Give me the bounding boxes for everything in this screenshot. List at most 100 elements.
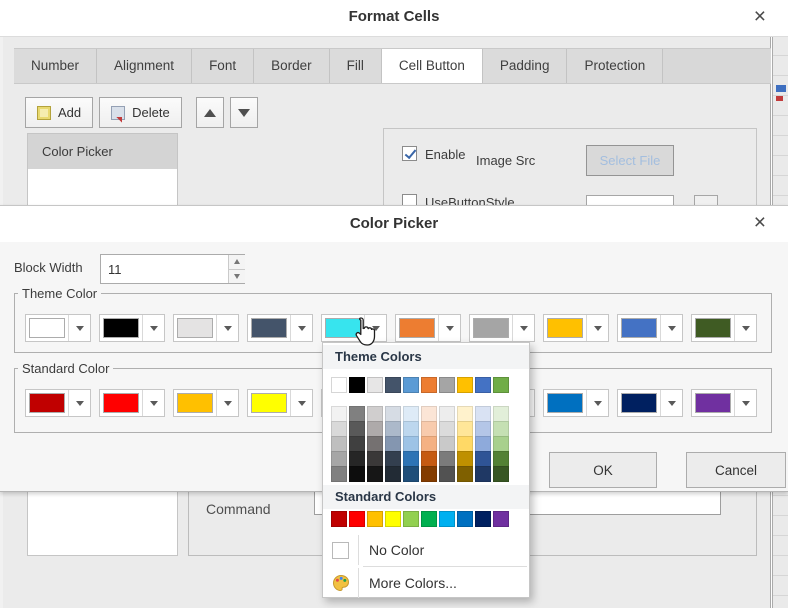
color-swatch[interactable] bbox=[695, 318, 731, 338]
color-cell[interactable] bbox=[457, 511, 473, 527]
color-cell[interactable] bbox=[421, 377, 437, 393]
color-variant-cell[interactable] bbox=[403, 406, 419, 422]
color-swatch[interactable] bbox=[621, 393, 657, 413]
color-swatch-dropdown[interactable] bbox=[691, 389, 757, 417]
color-swatch[interactable] bbox=[251, 393, 287, 413]
color-swatch[interactable] bbox=[177, 393, 213, 413]
color-swatch[interactable] bbox=[547, 393, 583, 413]
color-swatch-dropdown[interactable] bbox=[247, 314, 313, 342]
chevron-down-icon[interactable] bbox=[216, 390, 238, 416]
color-swatch[interactable] bbox=[103, 318, 139, 338]
color-variant-cell[interactable] bbox=[475, 406, 491, 422]
close-icon[interactable]: × bbox=[754, 210, 766, 236]
enable-checkbox[interactable] bbox=[402, 146, 417, 161]
no-color-item[interactable]: No Color bbox=[323, 535, 529, 565]
color-cell[interactable] bbox=[367, 511, 383, 527]
color-variant-cell[interactable] bbox=[421, 406, 437, 422]
color-variant-cell[interactable] bbox=[421, 466, 437, 482]
color-cell[interactable] bbox=[349, 511, 365, 527]
color-swatch-dropdown[interactable] bbox=[395, 314, 461, 342]
spinner-up-button[interactable] bbox=[229, 255, 245, 269]
chevron-down-icon[interactable] bbox=[660, 390, 682, 416]
tab-cell-button[interactable]: Cell Button bbox=[382, 49, 483, 83]
color-variant-cell[interactable] bbox=[439, 466, 455, 482]
color-variant-cell[interactable] bbox=[493, 436, 509, 452]
tab-font[interactable]: Font bbox=[192, 49, 254, 83]
color-variant-cell[interactable] bbox=[421, 421, 437, 437]
color-swatch[interactable] bbox=[695, 393, 731, 413]
chevron-down-icon[interactable] bbox=[290, 390, 312, 416]
select-file-button[interactable]: Select File bbox=[586, 145, 674, 176]
color-cell[interactable] bbox=[493, 511, 509, 527]
color-variant-cell[interactable] bbox=[367, 406, 383, 422]
color-variant-cell[interactable] bbox=[349, 466, 365, 482]
color-variant-cell[interactable] bbox=[331, 406, 347, 422]
tab-alignment[interactable]: Alignment bbox=[97, 49, 192, 83]
color-variant-cell[interactable] bbox=[493, 421, 509, 437]
close-icon[interactable]: × bbox=[754, 4, 766, 30]
color-variant-cell[interactable] bbox=[457, 436, 473, 452]
color-variant-cell[interactable] bbox=[385, 451, 401, 467]
chevron-down-icon[interactable] bbox=[586, 315, 608, 341]
color-swatch-dropdown[interactable] bbox=[543, 314, 609, 342]
color-cell[interactable] bbox=[331, 511, 347, 527]
color-swatch-dropdown[interactable] bbox=[691, 314, 757, 342]
color-variant-cell[interactable] bbox=[331, 421, 347, 437]
color-cell[interactable] bbox=[439, 377, 455, 393]
chevron-down-icon[interactable] bbox=[438, 315, 460, 341]
chevron-down-icon[interactable] bbox=[142, 390, 164, 416]
color-variant-cell[interactable] bbox=[385, 436, 401, 452]
tab-fill[interactable]: Fill bbox=[330, 49, 382, 83]
color-variant-cell[interactable] bbox=[439, 406, 455, 422]
color-variant-cell[interactable] bbox=[439, 421, 455, 437]
color-variant-cell[interactable] bbox=[421, 436, 437, 452]
tab-number[interactable]: Number bbox=[14, 49, 97, 83]
color-cell[interactable] bbox=[403, 511, 419, 527]
color-variant-cell[interactable] bbox=[403, 451, 419, 467]
color-cell[interactable] bbox=[421, 511, 437, 527]
color-variant-cell[interactable] bbox=[385, 421, 401, 437]
color-cell[interactable] bbox=[349, 377, 365, 393]
color-variant-cell[interactable] bbox=[457, 421, 473, 437]
color-variant-cell[interactable] bbox=[439, 436, 455, 452]
tab-protection[interactable]: Protection bbox=[567, 49, 663, 83]
color-swatch[interactable] bbox=[103, 393, 139, 413]
color-variant-cell[interactable] bbox=[475, 466, 491, 482]
color-swatch-dropdown[interactable] bbox=[25, 314, 91, 342]
color-variant-cell[interactable] bbox=[349, 451, 365, 467]
color-variant-cell[interactable] bbox=[403, 466, 419, 482]
move-up-button[interactable] bbox=[196, 97, 224, 128]
color-swatch-dropdown[interactable] bbox=[173, 389, 239, 417]
color-variant-cell[interactable] bbox=[385, 406, 401, 422]
color-swatch-dropdown[interactable] bbox=[99, 389, 165, 417]
chevron-down-icon[interactable] bbox=[68, 315, 90, 341]
color-swatch[interactable] bbox=[547, 318, 583, 338]
color-variant-cell[interactable] bbox=[475, 451, 491, 467]
chevron-down-icon[interactable] bbox=[512, 315, 534, 341]
color-variant-cell[interactable] bbox=[331, 436, 347, 452]
chevron-down-icon[interactable] bbox=[216, 315, 238, 341]
list-item-color-picker[interactable]: Color Picker bbox=[28, 134, 177, 169]
color-variant-cell[interactable] bbox=[367, 466, 383, 482]
move-down-button[interactable] bbox=[230, 97, 258, 128]
color-swatch[interactable] bbox=[473, 318, 509, 338]
color-swatch[interactable] bbox=[29, 393, 65, 413]
color-variant-cell[interactable] bbox=[349, 421, 365, 437]
color-cell[interactable] bbox=[385, 377, 401, 393]
tab-padding[interactable]: Padding bbox=[483, 49, 568, 83]
color-variant-cell[interactable] bbox=[385, 466, 401, 482]
tab-border[interactable]: Border bbox=[254, 49, 330, 83]
color-variant-cell[interactable] bbox=[349, 436, 365, 452]
color-variant-cell[interactable] bbox=[367, 436, 383, 452]
chevron-down-icon[interactable] bbox=[290, 315, 312, 341]
color-cell[interactable] bbox=[475, 511, 491, 527]
color-variant-cell[interactable] bbox=[331, 466, 347, 482]
color-variant-cell[interactable] bbox=[349, 406, 365, 422]
color-variant-cell[interactable] bbox=[493, 466, 509, 482]
add-button[interactable]: Add bbox=[25, 97, 93, 128]
color-variant-cell[interactable] bbox=[367, 421, 383, 437]
color-variant-cell[interactable] bbox=[493, 451, 509, 467]
color-variant-cell[interactable] bbox=[457, 451, 473, 467]
more-colors-item[interactable]: More Colors... bbox=[323, 568, 529, 598]
chevron-down-icon[interactable] bbox=[142, 315, 164, 341]
